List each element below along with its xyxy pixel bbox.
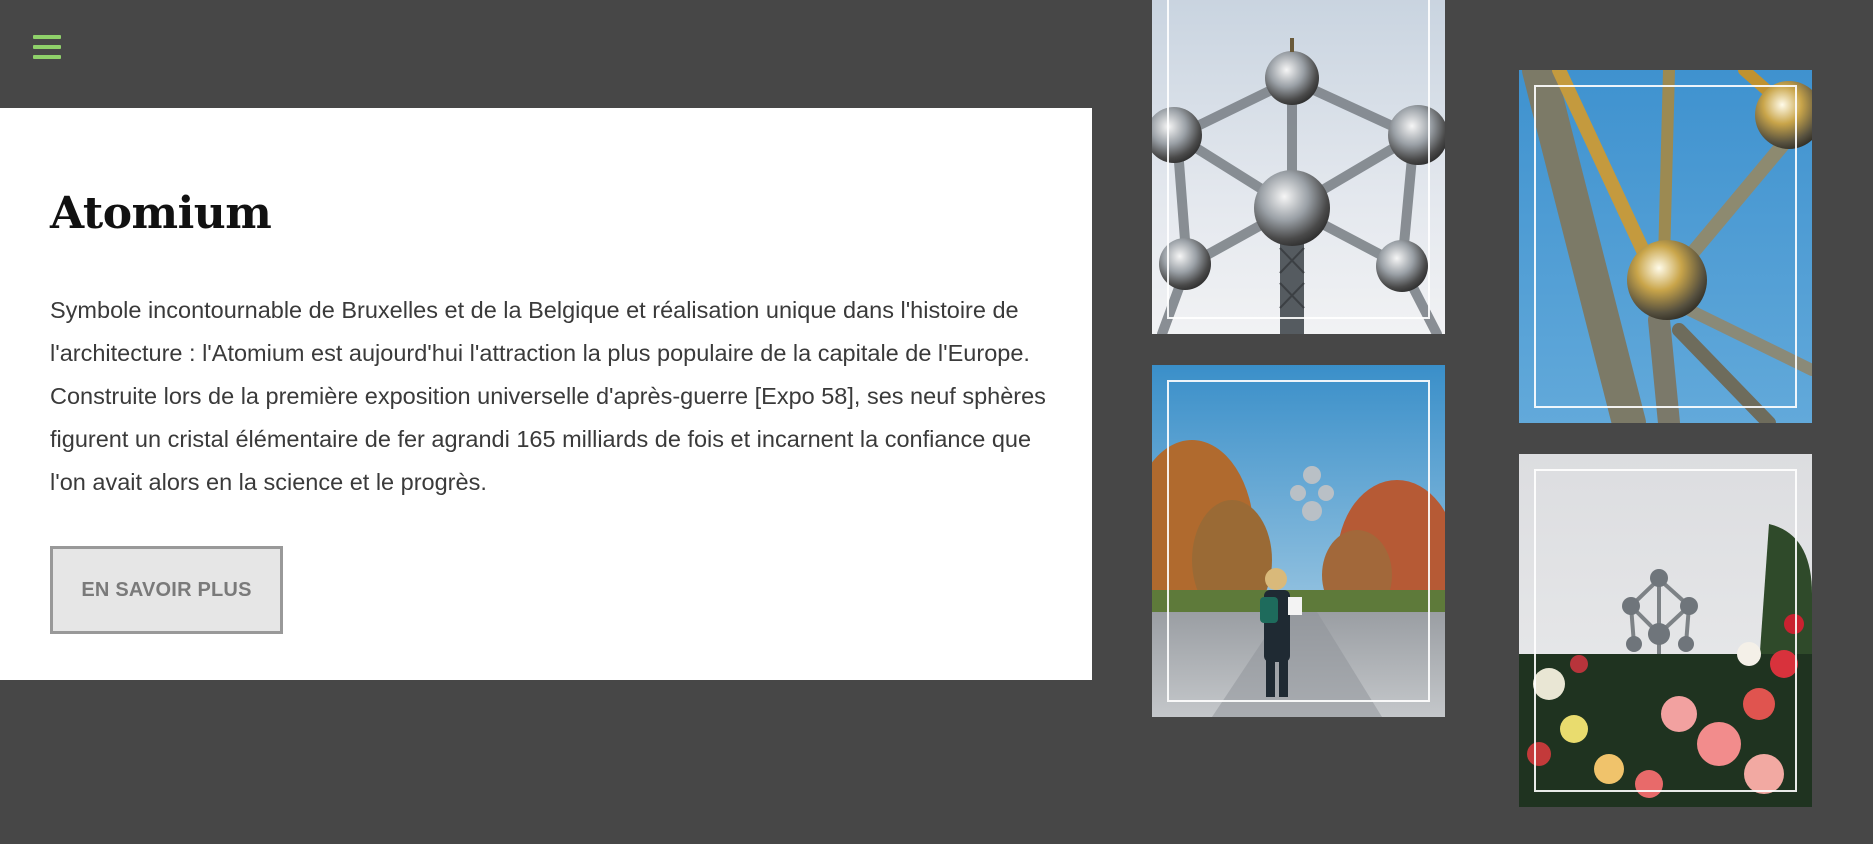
menu-line <box>33 55 61 59</box>
learn-more-button[interactable]: EN SAVOIR PLUS <box>50 546 283 634</box>
menu-line <box>33 45 61 49</box>
page-title: Atomium <box>50 188 272 239</box>
atomium-spheres-photo[interactable] <box>1152 0 1445 334</box>
info-card: Atomium Symbole incontournable de Bruxel… <box>0 108 1092 680</box>
hamburger-menu-icon[interactable] <box>33 34 61 60</box>
atomium-flowers-photo[interactable] <box>1519 454 1812 807</box>
menu-line <box>33 35 61 39</box>
atomium-detail-photo[interactable] <box>1519 70 1812 423</box>
description-text: Symbole incontournable de Bruxelles et d… <box>50 297 1046 495</box>
atomium-avenue-photo[interactable] <box>1152 365 1445 717</box>
